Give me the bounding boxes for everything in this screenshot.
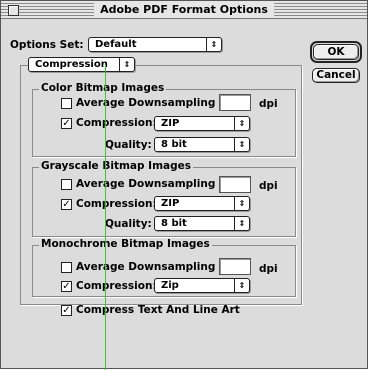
- updown-arrows-icon: ⇕: [119, 58, 134, 71]
- grayscale-quality-value: 8 bit: [161, 218, 187, 229]
- updown-arrows-icon: ⇕: [234, 279, 249, 292]
- compress-text-checkbox[interactable]: [61, 305, 72, 316]
- monochrome-compression-label: Compression:: [76, 280, 157, 292]
- compress-text-label: Compress Text And Line Art: [76, 304, 240, 316]
- color-quality-value: 8 bit: [161, 139, 187, 150]
- grayscale-compression-label: Compression:: [76, 198, 157, 210]
- panel-selector-value: Compression: [35, 59, 108, 70]
- ok-button[interactable]: OK: [313, 44, 359, 60]
- color-quality-label: Quality:: [105, 139, 152, 151]
- monochrome-compression-value: Zip: [161, 280, 179, 291]
- monochrome-dpi-field[interactable]: [219, 258, 251, 275]
- updown-arrows-icon: ⇕: [234, 138, 249, 151]
- color-bitmap-title: Color Bitmap Images: [39, 82, 167, 94]
- grayscale-compression-popup[interactable]: ZIP ⇕: [154, 196, 250, 211]
- color-downsampling-checkbox[interactable]: [61, 98, 72, 109]
- color-compression-checkbox[interactable]: [61, 118, 72, 129]
- color-compression-popup[interactable]: ZIP ⇕: [154, 116, 250, 131]
- color-compression-label: Compression:: [76, 117, 157, 129]
- grayscale-bitmap-title: Grayscale Bitmap Images: [39, 160, 193, 172]
- options-set-popup[interactable]: Default ⇕: [88, 37, 222, 52]
- options-set-value: Default: [95, 39, 137, 50]
- grayscale-quality-popup[interactable]: 8 bit ⇕: [154, 216, 250, 231]
- monochrome-compression-checkbox[interactable]: [61, 281, 72, 292]
- updown-arrows-icon: ⇕: [234, 197, 249, 210]
- color-quality-popup[interactable]: 8 bit ⇕: [154, 137, 250, 152]
- options-set-label: Options Set:: [10, 39, 84, 51]
- window-title: Adobe PDF Format Options: [94, 3, 274, 16]
- grayscale-quality-label: Quality:: [105, 218, 152, 230]
- panel-selector-popup[interactable]: Compression ⇕: [28, 57, 135, 72]
- grayscale-compression-checkbox[interactable]: [61, 199, 72, 210]
- grayscale-downsampling-label: Average Downsampling at:: [76, 178, 236, 190]
- color-dpi-unit: dpi: [259, 98, 278, 110]
- monochrome-downsampling-checkbox[interactable]: [61, 262, 72, 273]
- grayscale-downsampling-checkbox[interactable]: [61, 179, 72, 190]
- monochrome-compression-popup[interactable]: Zip ⇕: [154, 278, 250, 293]
- grayscale-dpi-unit: dpi: [259, 180, 278, 192]
- updown-arrows-icon: ⇕: [206, 38, 221, 51]
- monochrome-dpi-unit: dpi: [259, 263, 278, 275]
- grayscale-compression-value: ZIP: [161, 198, 180, 209]
- monochrome-downsampling-label: Average Downsampling at:: [76, 261, 236, 273]
- guide-line: [105, 65, 106, 370]
- cancel-button[interactable]: Cancel: [312, 68, 360, 83]
- color-dpi-field[interactable]: [219, 94, 251, 111]
- updown-arrows-icon: ⇕: [234, 117, 249, 130]
- title-bar[interactable]: Adobe PDF Format Options: [1, 1, 367, 19]
- color-compression-value: ZIP: [161, 118, 180, 129]
- grayscale-dpi-field[interactable]: [219, 176, 251, 193]
- updown-arrows-icon: ⇕: [234, 217, 249, 230]
- monochrome-bitmap-title: Monochrome Bitmap Images: [39, 238, 212, 250]
- close-box-icon[interactable]: [8, 5, 19, 16]
- dialog-window: Adobe PDF Format Options Options Set: De…: [0, 0, 368, 370]
- color-downsampling-label: Average Downsampling at:: [76, 97, 236, 109]
